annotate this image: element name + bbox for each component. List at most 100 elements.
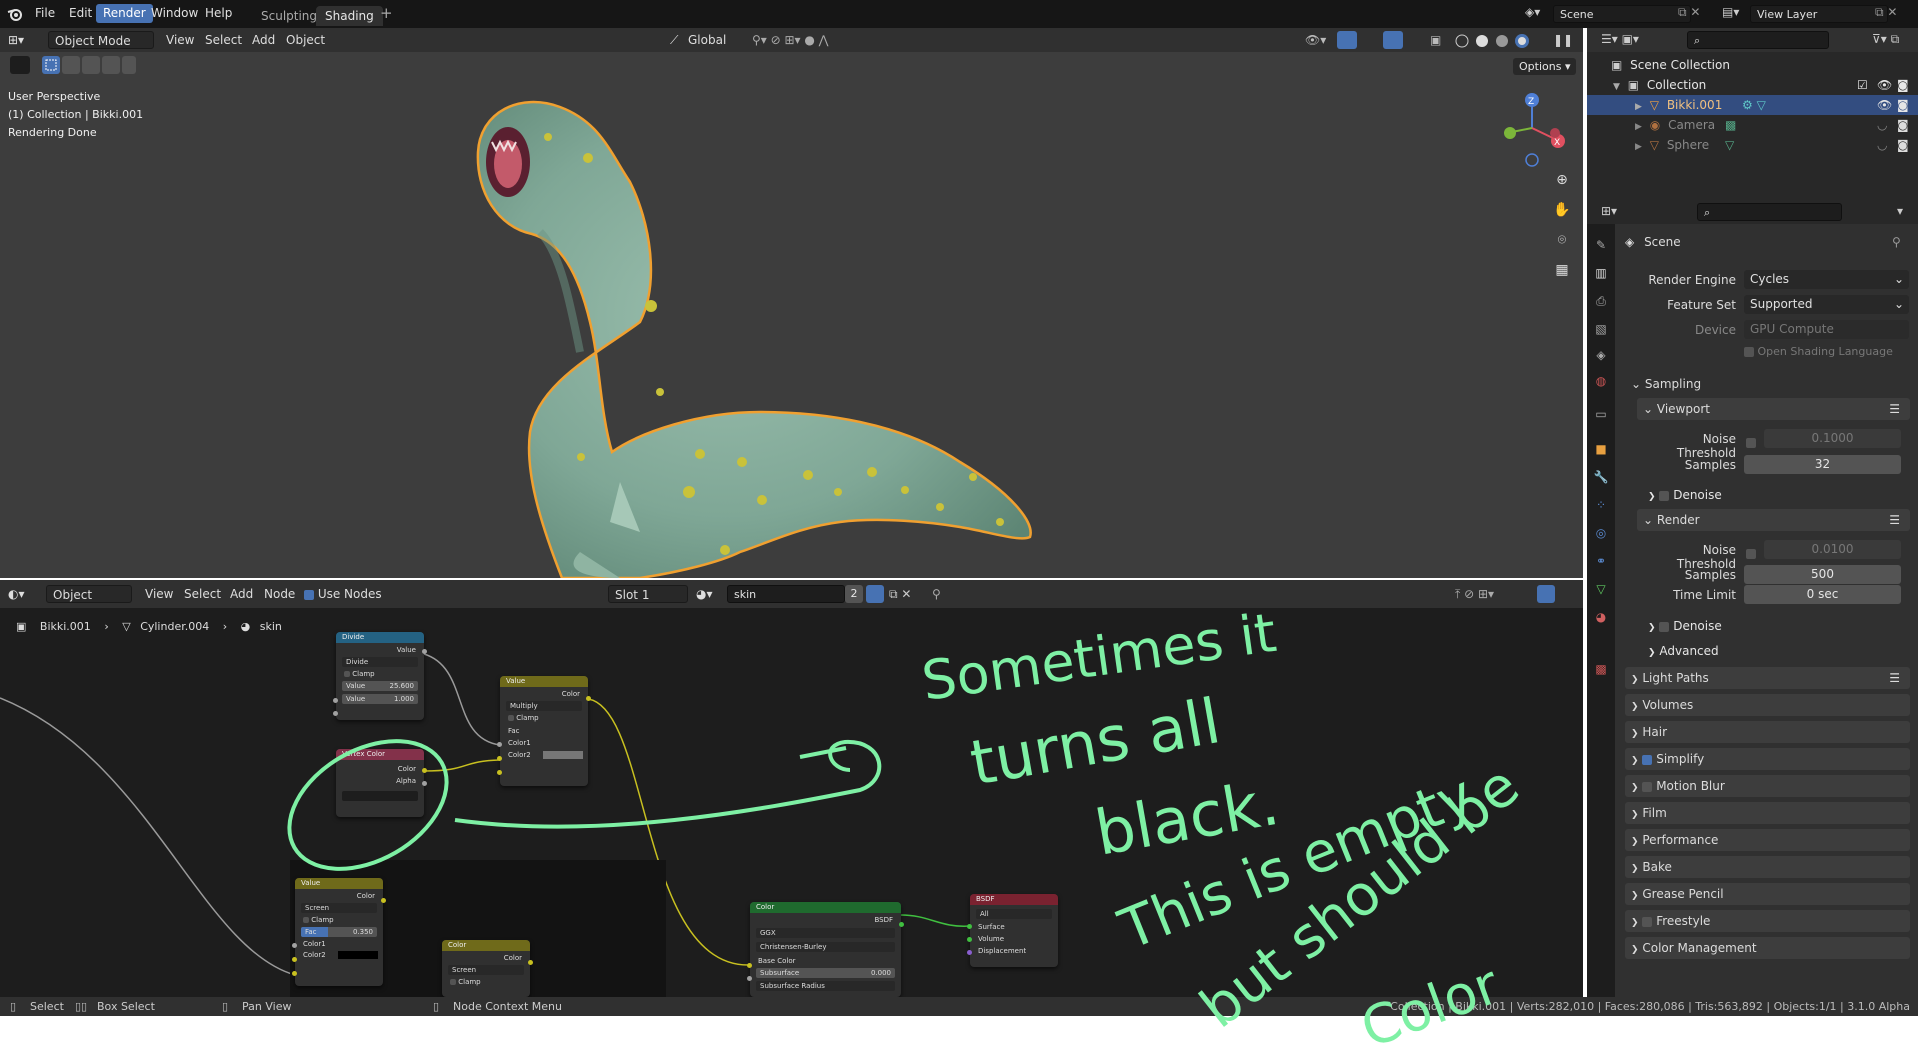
material-output-node[interactable]: BSDF All Surface Volume Displacement [967, 894, 1058, 967]
grid-icon[interactable]: ▦ [1551, 262, 1573, 292]
subsurface-field[interactable]: Subsurface 0.000 [756, 968, 895, 978]
camera-render-icon[interactable]: ◙ [1897, 75, 1909, 95]
properties-editor-icon[interactable]: ⊞▾ [1601, 204, 1617, 218]
collection-checkbox[interactable]: ☑ [1857, 75, 1868, 95]
object-tab-icon[interactable]: ■ [1593, 442, 1609, 458]
render-noise-field[interactable]: 0.0100 [1764, 540, 1901, 559]
divide-node[interactable]: Divide Value Divide Clamp Value 25.600 Va… [333, 632, 427, 720]
color2-swatch[interactable] [337, 951, 378, 959]
outliner-item-sphere[interactable]: ▶ ▽ Sphere ▽ ◡ ◙ [1587, 135, 1918, 155]
particles-tab-icon[interactable]: ⁘ [1593, 498, 1609, 514]
feature-set-dropdown[interactable]: Supported ⌄ [1744, 295, 1909, 314]
section-performance[interactable]: ❯ Performance [1625, 829, 1910, 851]
checkbox-icon[interactable] [1642, 754, 1653, 765]
viewport-samples-field[interactable]: 32 [1744, 455, 1901, 474]
input-socket[interactable] [967, 924, 972, 929]
pause-render-icon[interactable]: ❚❚ [1553, 28, 1573, 52]
output-socket[interactable] [422, 768, 427, 773]
world-tab-icon[interactable]: ◍ [1593, 374, 1609, 390]
mix-color-clamp-checkbox[interactable]: Clamp [442, 978, 530, 986]
device-dropdown[interactable]: GPU Compute [1744, 320, 1909, 339]
gizmo-toggle-icon[interactable] [1337, 31, 1357, 49]
material-name-field[interactable]: skin [727, 585, 845, 603]
tool-tab-icon[interactable]: ✎ [1593, 238, 1609, 254]
pin-icon[interactable]: ⚲ [932, 582, 941, 606]
transform-orientation-dropdown[interactable]: Global [688, 28, 726, 52]
ne-menu-node[interactable]: Node [264, 582, 295, 606]
physics-tab-icon[interactable]: ◎ [1593, 526, 1609, 542]
render-subsection[interactable]: ⌄ Render ☰ [1637, 509, 1910, 531]
input-socket[interactable] [967, 950, 972, 955]
camera-icon[interactable]: ⌾ [1551, 232, 1573, 262]
outliner-item-bikki[interactable]: ▶ ▽ Bikki.001 ⚙ ▽ 👁 ◙ [1587, 95, 1918, 115]
chevron-right-icon[interactable]: ▶ [1635, 122, 1642, 132]
chevron-right-icon[interactable]: ▶ [1635, 102, 1642, 112]
input-socket[interactable] [292, 943, 297, 948]
input-socket[interactable] [292, 957, 297, 962]
camera-render-icon[interactable]: ◙ [1897, 115, 1909, 135]
shader-type-dropdown[interactable]: Object [46, 585, 132, 603]
node-overlay-toggle-icon[interactable] [1537, 585, 1555, 603]
mix-op-dropdown[interactable]: Multiply [506, 701, 582, 711]
texture-tab-icon[interactable]: ▩ [1593, 662, 1609, 678]
scene-icon[interactable]: ◈▾ [1525, 5, 1540, 19]
viewport-subsection[interactable]: ⌄ Viewport ☰ [1637, 398, 1910, 420]
subsurface-radius-field[interactable]: Subsurface Radius [756, 981, 895, 991]
input-socket[interactable] [333, 711, 338, 716]
divide-value2-field[interactable]: Value 1.000 [342, 694, 418, 704]
section-volumes[interactable]: ❯ Volumes [1625, 694, 1910, 716]
editor-type-icon[interactable]: ⊞▾ [8, 28, 24, 52]
duplicate-material-icon[interactable]: ⧉ ✕ [889, 582, 911, 606]
viewport-noise-checkbox[interactable] [1746, 432, 1756, 451]
outliner-editor-icon[interactable]: ☰▾ ▣▾ [1601, 32, 1639, 46]
visibility-icon[interactable]: 👁▾ [1305, 28, 1326, 52]
slot-dropdown[interactable]: Slot 1 [608, 585, 688, 603]
subsurface-method-dropdown[interactable]: Christensen-Burley [756, 942, 895, 952]
viewport-noise-field[interactable]: 0.1000 [1764, 429, 1901, 448]
vp-menu-view[interactable]: View [166, 28, 194, 52]
parent-node-tree-icon[interactable]: ⤒ ⊘ ⊞▾ [1455, 582, 1494, 606]
screen-clamp-checkbox[interactable]: Clamp [295, 916, 383, 924]
vertex-color-node[interactable]: Vertex Color Color Alpha [336, 749, 427, 817]
menu-help[interactable]: Help [198, 4, 239, 23]
divide-op-dropdown[interactable]: Divide [342, 657, 418, 667]
advanced-row[interactable]: ❯ Advanced [1648, 644, 1719, 658]
filter-icon[interactable]: ⊽▾ ⧉ [1872, 32, 1899, 47]
properties-search-input[interactable]: ⌕ [1697, 203, 1842, 221]
modifier-tab-icon[interactable]: 🔧 [1593, 470, 1609, 486]
fake-user-shield-icon[interactable] [866, 585, 884, 603]
time-limit-field[interactable]: 0 sec [1744, 585, 1901, 604]
input-socket[interactable] [333, 698, 338, 703]
output-socket[interactable] [422, 781, 427, 786]
view-layer-icon[interactable]: ▤▾ [1722, 5, 1739, 19]
outliner-collection[interactable]: ▼ ▣ Collection ☑ 👁 ◙ [1587, 75, 1918, 95]
material-tab-icon[interactable]: ◕ [1593, 610, 1609, 626]
add-workspace-icon[interactable]: + [380, 4, 393, 22]
pin-icon[interactable]: ⚲ [1892, 235, 1901, 249]
divide-clamp-checkbox[interactable]: Clamp [336, 670, 424, 678]
viewport-denoise-row[interactable]: ❯ Denoise [1648, 488, 1722, 502]
menu-file[interactable]: File [28, 4, 62, 23]
view-layer-tab-icon[interactable]: ▧ [1593, 322, 1609, 338]
data-tab-icon[interactable]: ▽ [1593, 582, 1609, 598]
tab-shading[interactable]: Shading [316, 6, 383, 26]
ne-menu-add[interactable]: Add [230, 582, 253, 606]
sampling-section[interactable]: ⌄ Sampling [1625, 373, 1910, 395]
output-socket[interactable] [586, 696, 591, 701]
use-nodes-toggle[interactable]: Use Nodes [304, 582, 382, 606]
render-noise-checkbox[interactable] [1746, 543, 1756, 562]
material-users-count[interactable]: 2 [845, 585, 863, 603]
input-socket[interactable] [292, 971, 297, 976]
material-browse-icon[interactable]: ◕▾ [696, 582, 713, 606]
vp-menu-add[interactable]: Add [252, 28, 275, 52]
section-light-paths[interactable]: ❯ Light Paths ☰ [1625, 667, 1910, 689]
eye-closed-icon[interactable]: ◡ [1877, 115, 1887, 135]
pivot-icon[interactable]: ⚲▾ ⊘ ⊞▾ ● ⋀ [752, 28, 829, 52]
output-tab-icon[interactable]: ⎙ [1593, 294, 1609, 310]
camera-render-icon[interactable]: ◙ [1897, 95, 1909, 115]
principled-bsdf-node[interactable]: Color BSDF GGX Christensen-Burley Base C… [747, 902, 904, 997]
color2-swatch[interactable] [542, 751, 583, 759]
camera-render-icon[interactable]: ◙ [1897, 135, 1909, 155]
eye-icon[interactable]: 👁 [1877, 95, 1892, 115]
viewport-nav-buttons[interactable]: ⊕ ✋ ⌾ ▦ [1551, 172, 1573, 292]
